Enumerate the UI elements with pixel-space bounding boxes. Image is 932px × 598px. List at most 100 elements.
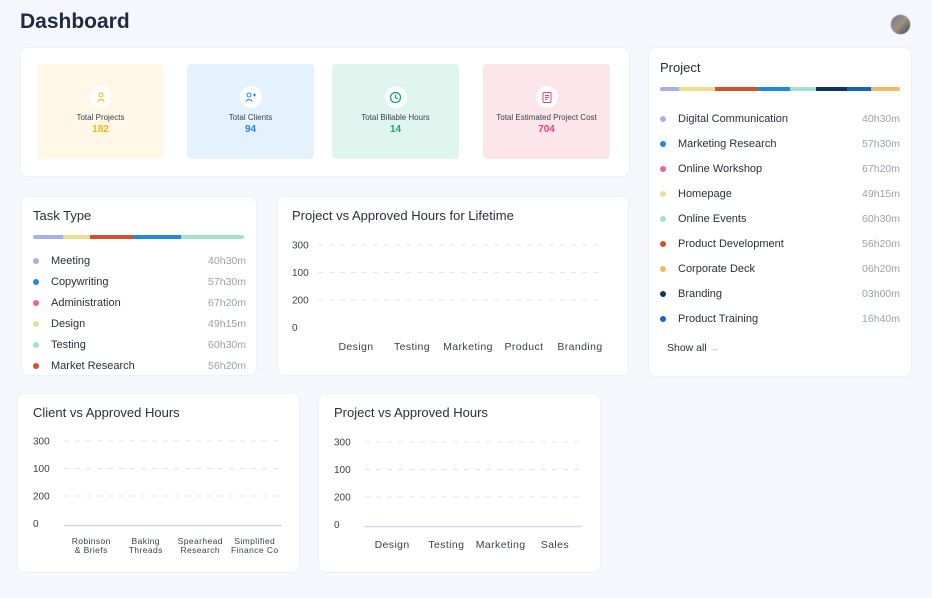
task-type-item[interactable]: Meeting 40h30m	[33, 250, 246, 271]
item-name: Corporate Deck	[678, 262, 756, 275]
stat-total-projects[interactable]: Total Projects 182	[37, 64, 164, 159]
item-name: Online Workshop	[678, 162, 763, 175]
x-tick-label-line: Threads	[129, 545, 163, 555]
lifetime-hours-chart: 300 100 200 0 Design Testing Marketing Product B…	[292, 241, 602, 354]
x-tick-label: Testing	[394, 341, 430, 353]
item-hours: 06h20m	[862, 262, 900, 275]
y-tick-label: 200	[292, 296, 309, 307]
x-tick-label: Simplified Finance Co	[231, 536, 278, 555]
show-all-link[interactable]: Show all →	[667, 342, 719, 354]
legend-dot	[33, 341, 39, 348]
legend-dot	[660, 115, 666, 122]
item-hours: 60h30m	[208, 338, 246, 351]
task-type-bar-segment	[89, 235, 135, 239]
legend-dot	[660, 265, 666, 272]
project-item[interactable]: Online Events 60h30m	[660, 206, 900, 231]
project-bar-segment	[679, 87, 716, 91]
legend-dot	[660, 315, 666, 322]
lifetime-hours-chart-card: Project vs Approved Hours for Lifetime 3…	[277, 196, 629, 376]
task-type-item[interactable]: Design 49h15m	[33, 313, 246, 334]
task-type-item[interactable]: Copywriting 57h30m	[33, 271, 246, 292]
task-type-bar-segment	[33, 235, 63, 239]
item-hours: 49h15m	[208, 317, 246, 330]
x-tick-label: Spearhead Research	[178, 536, 223, 555]
project-item[interactable]: Marketing Research 57h30m	[660, 131, 900, 156]
project-bar-segment	[660, 87, 680, 91]
item-hours: 03h00m	[862, 287, 900, 300]
item-name: Online Events	[678, 212, 747, 225]
item-hours: 40h30m	[862, 112, 900, 125]
stat-label: Total Billable Hours	[361, 113, 430, 122]
project-bar-segment	[871, 87, 900, 91]
x-tick-label-line: & Briefs	[75, 545, 108, 555]
item-hours: 57h30m	[862, 137, 900, 150]
legend-dot	[660, 165, 666, 172]
y-tick-label: 100	[334, 465, 351, 476]
project-bar-segment	[789, 87, 817, 91]
x-tick-label-line: Testing	[428, 539, 464, 551]
x-tick-label-line: Product	[505, 341, 544, 353]
legend-dot	[660, 190, 666, 197]
project-item[interactable]: Corporate Deck 06h20m	[660, 256, 900, 281]
stat-value: 14	[389, 124, 402, 135]
item-hours: 67h20m	[208, 296, 246, 309]
task-type-item[interactable]: Market Research 56h20m	[33, 355, 246, 376]
project-item[interactable]: Product Training 16h40m	[660, 306, 900, 331]
legend-dot	[33, 362, 39, 369]
stat-total-clients[interactable]: Total Clients 94	[187, 64, 314, 159]
task-type-item[interactable]: Administration 67h20m	[33, 292, 246, 313]
legend-dot	[660, 140, 666, 147]
x-tick-label: Baking Threads	[129, 536, 163, 555]
x-tick-label: Branding	[557, 341, 602, 353]
item-name: Product Development	[678, 237, 784, 250]
y-tick-label: 300	[334, 438, 351, 449]
stat-value: 94	[244, 124, 257, 135]
project-item[interactable]: Digital Communication 40h30m	[660, 106, 900, 131]
task-type-bar-segment	[180, 235, 244, 239]
stat-value: 182	[92, 124, 109, 135]
project-item[interactable]: Homepage 49h15m	[660, 181, 900, 206]
clients-icon	[239, 86, 262, 108]
y-tick-label: 0	[292, 323, 298, 334]
x-tick-label-line: Sales	[541, 539, 569, 551]
x-tick-label-line: Design	[375, 539, 410, 551]
stat-total-estimated-project-cost[interactable]: Total Estimated Project Cost 704	[483, 64, 610, 159]
item-hours: 67h20m	[862, 162, 900, 175]
project-item[interactable]: Online Workshop 67h20m	[660, 156, 900, 181]
y-tick-label: 300	[292, 241, 309, 252]
project-list: Digital Communication 40h30m Marketing Res…	[660, 106, 900, 331]
task-type-card: Task Type Meeting 40h30m Copywriting 57h30m…	[21, 196, 257, 376]
y-tick-label: 200	[334, 493, 351, 504]
item-name: Meeting	[51, 254, 91, 267]
item-hours: 49h15m	[862, 187, 900, 200]
user-icon	[89, 86, 112, 108]
x-tick-label: Robinson & Briefs	[72, 536, 111, 555]
avatar[interactable]	[890, 14, 911, 35]
client-hours-chart: 300 100 200 0 Robinson & Briefs Baking Threads S…	[33, 437, 282, 555]
item-name: Marketing Research	[678, 137, 777, 150]
x-tick-label: Marketing	[443, 341, 493, 353]
page-title: Dashboard	[20, 10, 130, 33]
summary-stats-card: Total Projects 182 Total Clients 94 Tota…	[20, 47, 630, 177]
legend-dot	[33, 299, 39, 306]
task-type-item[interactable]: Testing 60h30m	[33, 334, 246, 355]
item-name: Homepage	[678, 187, 732, 200]
arrow-right-icon: →	[709, 343, 719, 353]
item-name: Market Research	[51, 359, 135, 372]
stat-label: Total Estimated Project Cost	[496, 113, 597, 122]
project-card: Project Digital Communication 40h30m Marke…	[648, 47, 912, 377]
y-tick-label: 0	[334, 520, 340, 531]
show-all-label: Show all	[667, 342, 707, 354]
project-item[interactable]: Product Development 56h20m	[660, 231, 900, 256]
project-item[interactable]: Branding 03h00m	[660, 281, 900, 306]
project-distribution-bar	[660, 87, 900, 91]
stat-total-billable-hours[interactable]: Total Billable Hours 14	[332, 64, 459, 159]
stat-value: 704	[538, 124, 555, 135]
x-tick-label-line: Design	[338, 341, 373, 353]
item-name: Copywriting	[51, 275, 109, 288]
y-tick-label: 100	[292, 268, 309, 279]
project-bar-segment	[847, 87, 872, 91]
project-bar-segment	[816, 87, 848, 91]
project-bar-segment	[758, 87, 790, 91]
clock-icon	[384, 86, 407, 108]
